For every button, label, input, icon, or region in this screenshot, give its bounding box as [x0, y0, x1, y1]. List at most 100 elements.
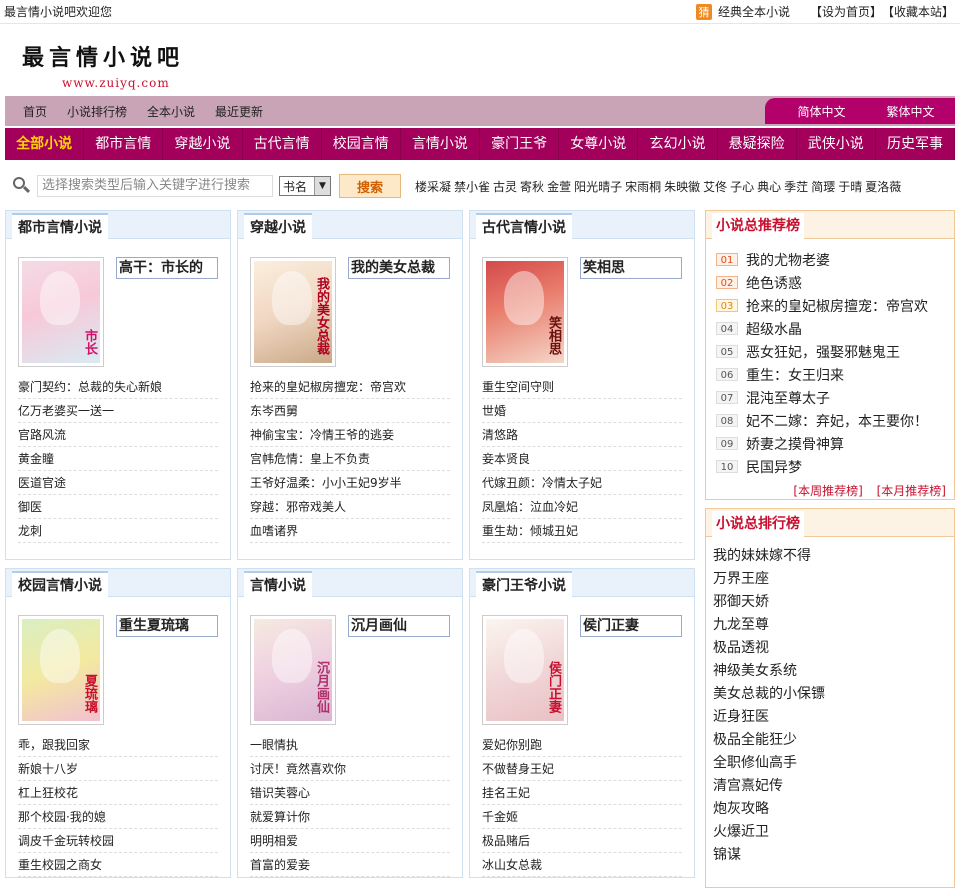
book-link[interactable]: 首富的爱妾	[250, 853, 450, 877]
book-link[interactable]: 重生劫：倾城丑妃	[482, 519, 682, 543]
top-nav-link[interactable]: 小说排行榜	[67, 103, 127, 120]
recommend-item[interactable]: 01 我的尤物老婆	[706, 248, 954, 271]
book-link[interactable]: 冰山女总裁	[482, 853, 682, 877]
category-tab[interactable]: 悬疑探险	[718, 128, 797, 160]
category-tab[interactable]: 都市言情	[84, 128, 164, 160]
ranking-item[interactable]: 万界王座	[706, 568, 954, 591]
book-link[interactable]: 黄金瞳	[18, 447, 218, 471]
book-link[interactable]: 亿万老婆买一送一	[18, 399, 218, 423]
category-tab[interactable]: 校园言情	[322, 128, 401, 160]
book-link[interactable]: 挂名王妃	[482, 781, 682, 805]
book-link[interactable]: 重生校园之商女	[18, 853, 218, 877]
recommend-link[interactable]: 娇妻之摸骨神算	[746, 434, 844, 454]
book-link[interactable]: 不做替身王妃	[482, 757, 682, 781]
author-link[interactable]: 于晴	[838, 178, 862, 195]
author-link[interactable]: 季茳	[784, 178, 808, 195]
category-tab[interactable]: 言情小说	[401, 128, 481, 160]
book-link[interactable]: 妾本贤良	[482, 447, 682, 471]
search-button[interactable]: 搜索	[339, 174, 401, 198]
category-box-title[interactable]: 都市言情小说	[12, 213, 108, 239]
recommend-link[interactable]: 我的尤物老婆	[746, 250, 830, 270]
book-link[interactable]: 调皮千金玩转校园	[18, 829, 218, 853]
book-link[interactable]: 清悠路	[482, 423, 682, 447]
book-link[interactable]: 明明相爱	[250, 829, 450, 853]
simplified-chinese-tab[interactable]: 简体中文	[797, 103, 845, 120]
search-input[interactable]: 选择搜索类型后输入关键字进行搜索	[37, 175, 273, 197]
bookmark-link[interactable]: 【收藏本站】	[882, 3, 954, 20]
book-cover[interactable]: 我的美女总裁	[250, 257, 336, 367]
book-link[interactable]: 重生空间守则	[482, 375, 682, 399]
set-home-link[interactable]: 【设为首页】	[810, 3, 882, 20]
recommend-item[interactable]: 03 抢来的皇妃椒房擅宠：帝宫欢	[706, 294, 954, 317]
category-tab[interactable]: 女尊小说	[559, 128, 639, 160]
category-tab[interactable]: 豪门王爷	[480, 128, 560, 160]
book-link[interactable]: 王爷好温柔：小小王妃9岁半	[250, 471, 450, 495]
book-cover[interactable]: 笑相思	[482, 257, 568, 367]
ranking-item[interactable]: 邪御天娇	[706, 591, 954, 614]
top-nav-link[interactable]: 全本小说	[147, 103, 195, 120]
category-tab[interactable]: 穿越小说	[163, 128, 243, 160]
recommend-link[interactable]: 民国异梦	[746, 457, 802, 477]
recommend-item[interactable]: 07 混沌至尊太子	[706, 386, 954, 409]
ranking-item[interactable]: 极品透视	[706, 637, 954, 660]
author-link[interactable]: 简璎	[811, 178, 835, 195]
search-type-select[interactable]: 书名 ▼	[279, 176, 331, 196]
recommend-link[interactable]: 混沌至尊太子	[746, 388, 830, 408]
author-link[interactable]: 典心	[757, 178, 781, 195]
recommend-link[interactable]: 超级水晶	[746, 319, 802, 339]
recommend-link[interactable]: 恶女狂妃，强娶邪魅鬼王	[746, 342, 900, 362]
recommend-link[interactable]: 抢来的皇妃椒房擅宠：帝宫欢	[746, 296, 928, 316]
category-box-title[interactable]: 校园言情小说	[12, 571, 108, 597]
ranking-item[interactable]: 炮灰攻略	[706, 798, 954, 821]
author-link[interactable]: 寄秋	[520, 178, 544, 195]
recommend-item[interactable]: 10 民国异梦	[706, 455, 954, 478]
category-tab[interactable]: 全部小说	[5, 128, 85, 160]
book-link[interactable]: 代嫁丑颜：冷情太子妃	[482, 471, 682, 495]
book-link[interactable]: 新娘十八岁	[18, 757, 218, 781]
book-link[interactable]: 杠上狂校花	[18, 781, 218, 805]
book-link[interactable]: 乖，跟我回家	[18, 733, 218, 757]
category-box-title[interactable]: 豪门王爷小说	[476, 571, 572, 597]
featured-book-title[interactable]: 我的美女总裁	[348, 257, 450, 279]
book-link[interactable]: 一眼情执	[250, 733, 450, 757]
featured-book-title[interactable]: 笑相思	[580, 257, 682, 279]
ranking-item[interactable]: 全职修仙高手	[706, 752, 954, 775]
recommend-link[interactable]: 妃不二嫁：弃妃，本王要你！	[746, 411, 928, 431]
book-link[interactable]: 千金姬	[482, 805, 682, 829]
ranking-item[interactable]: 清宫熹妃传	[706, 775, 954, 798]
recommend-link[interactable]: 绝色诱惑	[746, 273, 802, 293]
author-link[interactable]: 宋雨桐	[625, 178, 661, 195]
ranking-item[interactable]: 我的妹妹嫁不得	[706, 545, 954, 568]
author-link[interactable]: 夏洛薇	[865, 178, 901, 195]
featured-book-title[interactable]: 沉月画仙	[348, 615, 450, 637]
ranking-item[interactable]: 火爆近卫	[706, 821, 954, 844]
recommend-item[interactable]: 02 绝色诱惑	[706, 271, 954, 294]
featured-book-title[interactable]: 重生夏琉璃	[116, 615, 218, 637]
author-link[interactable]: 朱映徽	[664, 178, 700, 195]
book-cover[interactable]: 侯门正妻	[482, 615, 568, 725]
author-link[interactable]: 古灵	[493, 178, 517, 195]
book-link[interactable]: 御医	[18, 495, 218, 519]
author-link[interactable]: 子心	[730, 178, 754, 195]
category-box-title[interactable]: 言情小说	[244, 571, 312, 597]
book-link[interactable]: 龙刺	[18, 519, 218, 543]
category-tab[interactable]: 历史军事	[876, 128, 956, 160]
book-link[interactable]: 血嗜诸界	[250, 519, 450, 543]
book-link[interactable]: 凤凰焰：泣血冷妃	[482, 495, 682, 519]
ranking-item[interactable]: 极品全能狂少	[706, 729, 954, 752]
book-link[interactable]: 世婚	[482, 399, 682, 423]
category-tab[interactable]: 古代言情	[243, 128, 322, 160]
category-box-title[interactable]: 穿越小说	[244, 213, 312, 239]
ranking-item[interactable]: 九龙至尊	[706, 614, 954, 637]
book-link[interactable]: 爱妃你别跑	[482, 733, 682, 757]
monthly-recommend-link[interactable]: [本月推荐榜]	[877, 484, 946, 498]
book-link[interactable]: 讨厌！竟然喜欢你	[250, 757, 450, 781]
book-link[interactable]: 神偷宝宝：冷情王爷的逃妾	[250, 423, 450, 447]
book-link[interactable]: 抢来的皇妃椒房擅宠：帝宫欢	[250, 375, 450, 399]
top-nav-link[interactable]: 首页	[23, 103, 47, 120]
author-link[interactable]: 艾佟	[703, 178, 727, 195]
featured-book-title[interactable]: 高干：市长的	[116, 257, 218, 279]
recommend-item[interactable]: 04 超级水晶	[706, 317, 954, 340]
book-link[interactable]: 错识芙蓉心	[250, 781, 450, 805]
category-tab[interactable]: 玄幻小说	[638, 128, 718, 160]
